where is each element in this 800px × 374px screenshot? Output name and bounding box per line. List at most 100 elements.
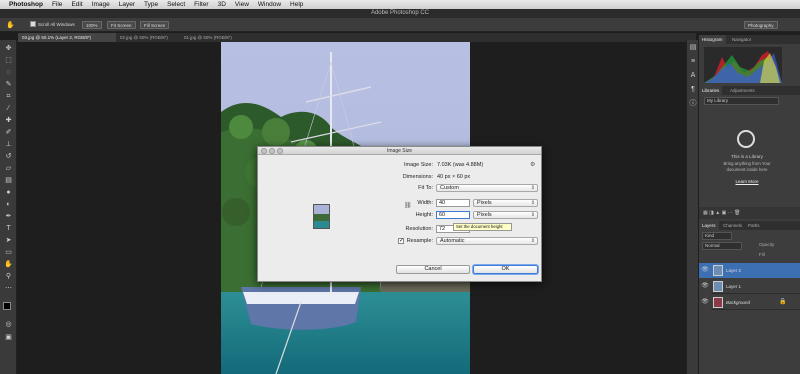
menu-file[interactable]: File [52, 0, 62, 9]
resolution-label: Resolution: [405, 226, 433, 232]
crop-tool-icon[interactable]: ⌗ [4, 92, 13, 101]
eye-icon[interactable]: 👁 [701, 279, 709, 294]
width-field[interactable] [436, 199, 470, 207]
ok-button[interactable]: OK [473, 265, 538, 274]
fill-label: Fill [759, 252, 765, 257]
eyedropper-tool-icon[interactable]: ⁄ [4, 104, 13, 113]
foreground-color-swatch[interactable] [3, 302, 11, 310]
marquee-tool-icon[interactable]: ⬚ [4, 56, 13, 65]
layer-name: Layer 1 [726, 284, 742, 289]
menu-select[interactable]: Select [167, 0, 185, 9]
shape-tool-icon[interactable]: ▭ [4, 248, 13, 257]
workspace-select[interactable]: Photography [744, 21, 778, 29]
layer-row[interactable]: 👁 Background 🔒 [699, 295, 800, 310]
dimensions-label: Dimensions: [402, 174, 433, 180]
width-label: Width: [417, 200, 433, 206]
paragraph-panel-icon[interactable]: ¶ [689, 86, 697, 94]
resample-value: Automatic [440, 238, 465, 244]
image-size-value: 7.03K (was 4.88M) [437, 162, 484, 168]
options-bar: ✋ Scroll All Windows 100% Fit Screen Fil… [0, 18, 800, 32]
menu-app[interactable]: Photoshop [9, 0, 43, 9]
tab-doc-3[interactable]: 01.jpg @ 50% (RGB/8*) [180, 33, 240, 42]
tab-doc-1[interactable]: 03.jpg @ 50.1% (Layer 2, RGB/8*) [18, 33, 116, 42]
zoom-window-icon[interactable] [277, 148, 283, 154]
height-unit-select[interactable]: Pixels ⇕ [473, 211, 538, 219]
layers-list: 👁 Layer 2 👁 Layer 1 👁 Background 🔒 [699, 263, 800, 313]
layer-kind-filter[interactable]: Kind [702, 232, 732, 240]
close-window-icon[interactable] [261, 148, 267, 154]
move-tool-icon[interactable]: ✥ [4, 44, 13, 53]
history-brush-tool-icon[interactable]: ↺ [4, 152, 13, 161]
library-empty-title: This is a Library [731, 154, 763, 159]
cancel-button[interactable]: Cancel [396, 265, 470, 274]
library-footer-icons: ▦ ◨ ▲ ▣ ⋯ 🗑 [699, 207, 800, 219]
tab-paths[interactable]: Paths [745, 221, 763, 230]
fit-to-select[interactable]: Custom ⇕ [436, 184, 538, 192]
height-label: Height: [415, 212, 433, 218]
pen-tool-icon[interactable]: ✒ [4, 212, 13, 221]
learn-more-link[interactable]: Learn More [724, 179, 770, 184]
more-tools-icon[interactable]: ⋯ [4, 284, 13, 293]
zoom-tool-icon[interactable]: ⚲ [4, 272, 13, 281]
select-arrows-icon: ⇕ [530, 185, 535, 191]
character-panel-icon[interactable]: A [689, 72, 697, 80]
tab-histogram[interactable]: Histogram [699, 35, 726, 44]
select-arrows-icon: ⇕ [530, 238, 535, 244]
eraser-tool-icon[interactable]: ▱ [4, 164, 13, 173]
gear-icon[interactable]: ⚙ [530, 161, 535, 168]
tab-layers[interactable]: Layers [699, 221, 719, 230]
layer-row[interactable]: 👁 Layer 1 [699, 279, 800, 294]
menu-image[interactable]: Image [92, 0, 110, 9]
layer-name: Background [726, 300, 751, 305]
height-field[interactable] [436, 211, 470, 219]
eye-icon[interactable]: 👁 [701, 295, 709, 310]
menu-window[interactable]: Window [258, 0, 281, 9]
fill-screen-button[interactable]: Fill Screen [140, 21, 170, 29]
zoom-100-button[interactable]: 100% [82, 21, 102, 29]
screen-mode-icon[interactable]: ▣ [4, 333, 13, 342]
menu-filter[interactable]: Filter [194, 0, 208, 9]
image-preview [313, 204, 330, 229]
stamp-tool-icon[interactable]: ⊥ [4, 140, 13, 149]
dimensions-value: 40 px × 60 px [437, 174, 471, 180]
properties-panel-icon[interactable]: ≡ [689, 58, 697, 66]
menu-edit[interactable]: Edit [71, 0, 82, 9]
hand-tool-icon[interactable]: ✋ [4, 260, 13, 269]
layer-row[interactable]: 👁 Layer 2 [699, 263, 800, 278]
tab-doc-2[interactable]: 02.jpg @ 50% (RGB/8*) [116, 33, 180, 42]
resample-select[interactable]: Automatic ⇕ [436, 237, 538, 245]
blur-tool-icon[interactable]: ● [4, 188, 13, 197]
quick-select-tool-icon[interactable]: ✎ [4, 80, 13, 89]
menu-bar: Photoshop File Edit Image Layer Type Sel… [0, 0, 800, 9]
preview-thumbnail [314, 205, 329, 228]
eye-icon[interactable]: 👁 [701, 263, 709, 278]
menu-help[interactable]: Help [290, 0, 303, 9]
menu-layer[interactable]: Layer [119, 0, 135, 9]
menu-type[interactable]: Type [144, 0, 158, 9]
menu-view[interactable]: View [235, 0, 249, 9]
document-tabs: 03.jpg @ 50.1% (Layer 2, RGB/8*) 02.jpg … [18, 33, 696, 42]
type-tool-icon[interactable]: T [4, 224, 13, 233]
hand-tool-icon[interactable]: ✋ [6, 21, 15, 29]
history-panel-icon[interactable]: ▤ [689, 44, 697, 52]
checkbox-icon[interactable] [30, 21, 36, 27]
gradient-tool-icon[interactable]: ▤ [4, 176, 13, 185]
dodge-tool-icon[interactable]: ◐ [4, 200, 13, 209]
minimize-window-icon[interactable] [269, 148, 275, 154]
tab-channels[interactable]: Channels [720, 221, 745, 230]
quick-mask-icon[interactable]: ◎ [4, 320, 13, 329]
lasso-tool-icon[interactable]: ◌ [4, 68, 13, 77]
tab-navigator[interactable]: Navigator [729, 35, 754, 44]
healing-brush-tool-icon[interactable]: ✚ [4, 116, 13, 125]
menu-3d[interactable]: 3D [218, 0, 226, 9]
scroll-all-windows-label[interactable]: Scroll All Windows [38, 21, 75, 29]
library-select[interactable]: My Library [704, 97, 779, 105]
width-unit-select[interactable]: Pixels ⇕ [473, 199, 538, 207]
brush-tool-icon[interactable]: ✐ [4, 128, 13, 137]
info-panel-icon[interactable]: ⓘ [689, 100, 697, 108]
tab-libraries[interactable]: Libraries [699, 86, 723, 95]
tab-adjustments[interactable]: Adjustments [727, 86, 758, 95]
fit-screen-button[interactable]: Fit Screen [107, 21, 136, 29]
blend-mode-select[interactable]: Normal [702, 242, 742, 250]
path-select-tool-icon[interactable]: ➤ [4, 236, 13, 245]
